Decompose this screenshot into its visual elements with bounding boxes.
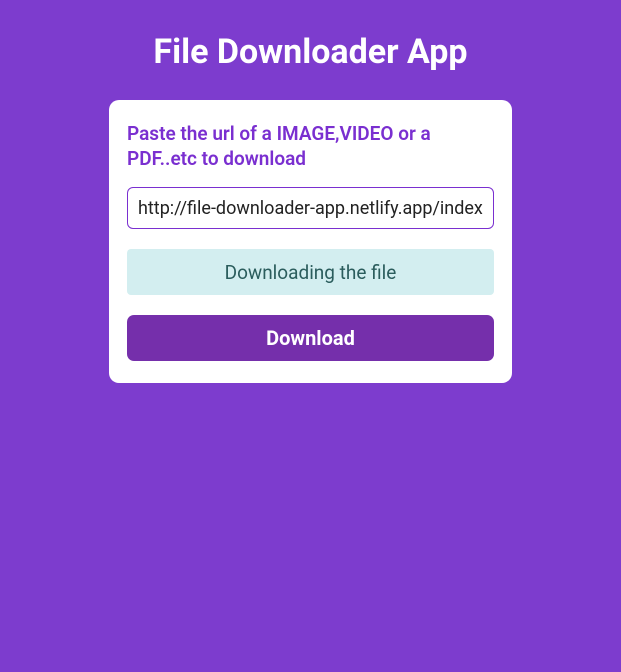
url-input[interactable]	[127, 187, 494, 229]
downloader-card: Paste the url of a IMAGE,VIDEO or a PDF.…	[109, 100, 512, 383]
status-message: Downloading the file	[127, 249, 494, 295]
download-button[interactable]: Download	[127, 315, 494, 361]
instruction-text: Paste the url of a IMAGE,VIDEO or a PDF.…	[127, 122, 494, 171]
page-title: File Downloader App	[0, 0, 621, 100]
